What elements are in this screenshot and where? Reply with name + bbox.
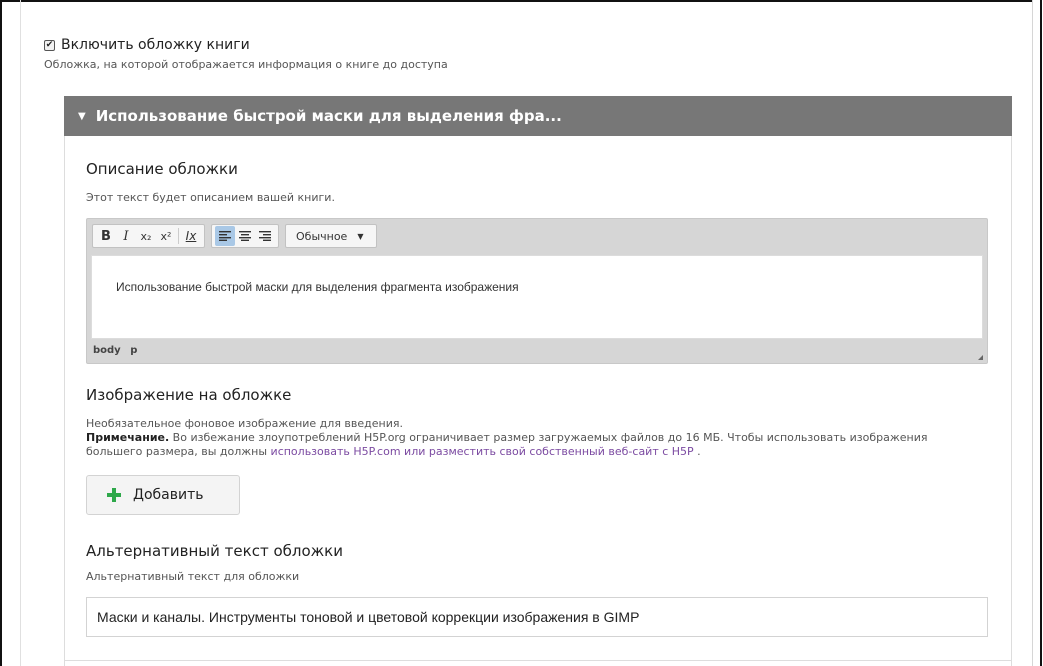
cover-checkbox-row[interactable]: ✔ Включить обложку книги — [44, 37, 250, 53]
cover-group-header[interactable]: ▼ Использование быстрой маски для выделе… — [64, 96, 1012, 136]
cover-checkbox-description: Обложка, на которой отображается информа… — [44, 58, 448, 71]
bold-button[interactable]: B — [96, 226, 116, 246]
toolbar-separator — [178, 228, 179, 244]
cover-checkbox-label[interactable]: Включить обложку книги — [61, 37, 250, 53]
cover-description-label: Описание обложки — [86, 160, 238, 178]
editor-path-bar: body p — [93, 345, 143, 356]
rich-text-editor: B I x₂ x² Ix Обычное ▼ Использование быс… — [86, 218, 988, 364]
path-item-body[interactable]: body — [93, 345, 121, 356]
window-right-border — [1040, 0, 1042, 666]
align-left-icon[interactable] — [215, 226, 235, 246]
group-bottom-border — [64, 660, 1012, 661]
add-image-button-label: Добавить — [133, 487, 204, 503]
caret-down-icon: ▼ — [78, 110, 86, 122]
align-right-icon[interactable] — [255, 226, 275, 246]
cover-image-note: Примечание. Во избежание злоупотреблений… — [86, 431, 976, 459]
cover-description-help: Этот текст будет описанием вашей книги. — [86, 191, 335, 204]
editor-content[interactable]: Использование быстрой маски для выделени… — [91, 255, 983, 339]
text-style-group: B I x₂ x² Ix — [92, 224, 205, 248]
note-end: . — [693, 445, 701, 458]
format-select[interactable]: Обычное ▼ — [285, 224, 377, 248]
h5p-link[interactable]: использовать H5P.com или разместить свой… — [271, 445, 694, 458]
alignment-group — [211, 224, 279, 248]
cover-image-help-text: Необязательное фоновое изображение для в… — [86, 417, 403, 430]
path-item-p[interactable]: p — [130, 345, 137, 356]
cover-checkbox[interactable]: ✔ — [44, 39, 55, 51]
subscript-button[interactable]: x₂ — [136, 226, 156, 246]
alt-text-input[interactable]: Маски и каналы. Инструменты тоновой и цв… — [86, 597, 988, 637]
add-image-button[interactable]: Добавить — [86, 475, 240, 515]
italic-button[interactable]: I — [116, 226, 136, 246]
note-bold: Примечание. — [86, 431, 170, 444]
format-select-value: Обычное — [296, 229, 348, 243]
window-left-border — [0, 0, 10, 666]
chevron-down-icon: ▼ — [357, 231, 364, 241]
alt-text-help: Альтернативный текст для обложки — [86, 570, 300, 583]
resize-handle-icon[interactable] — [978, 355, 983, 360]
superscript-button[interactable]: x² — [156, 226, 176, 246]
clear-format-button[interactable]: Ix — [181, 226, 201, 246]
editor-toolbar: B I x₂ x² Ix Обычное ▼ — [92, 223, 377, 249]
cover-group-title: Использование быстрой маски для выделени… — [95, 107, 562, 125]
plus-icon — [107, 488, 121, 502]
align-center-icon[interactable] — [235, 226, 255, 246]
cover-image-label: Изображение на обложке — [86, 386, 292, 404]
cover-image-help: Необязательное фоновое изображение для в… — [86, 417, 976, 459]
alt-text-label: Альтернативный текст обложки — [86, 542, 343, 560]
